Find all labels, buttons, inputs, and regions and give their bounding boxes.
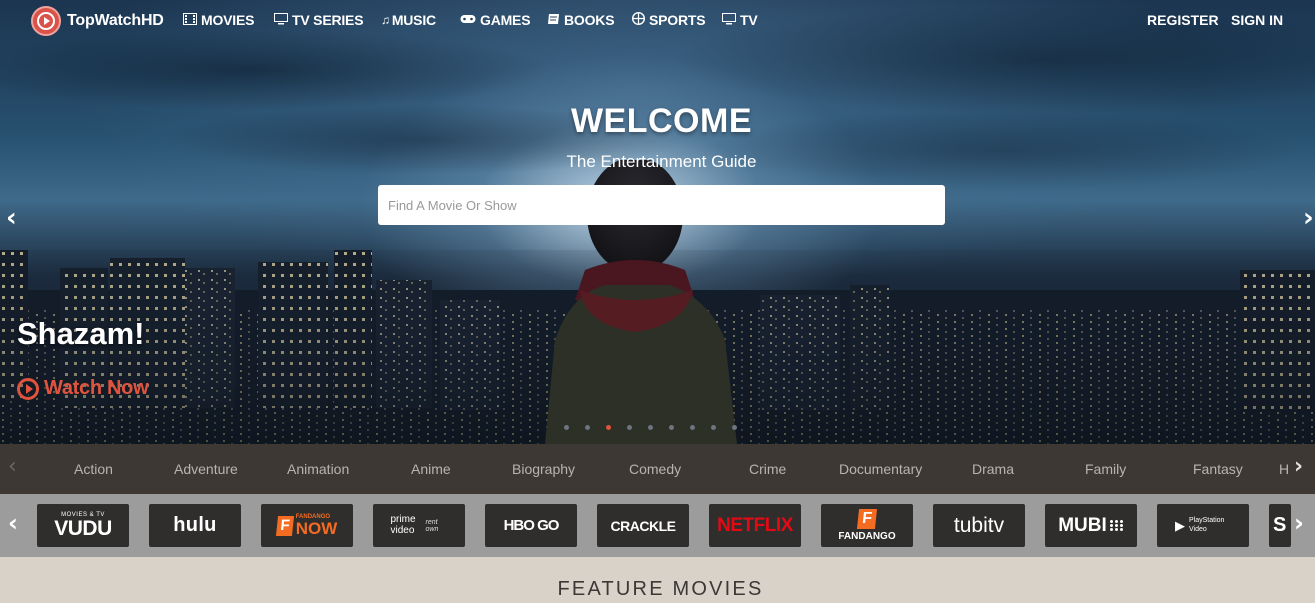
partial-provider-name: S — [1273, 514, 1287, 536]
playstation-icon: ▶ — [1175, 517, 1185, 533]
hbo-go-name: HBO GO — [503, 517, 560, 534]
slide-indicators — [564, 425, 753, 430]
slide-dot[interactable] — [648, 425, 653, 430]
genre-drama[interactable]: Drama — [972, 461, 1014, 477]
crackle-name: CRACKLE — [610, 517, 676, 534]
provider-prev-arrow-icon[interactable]: ‹ — [8, 511, 18, 535]
fandango-f-icon: F — [275, 515, 294, 536]
welcome-heading: WELCOME — [570, 102, 753, 140]
hulu-name: hulu — [173, 514, 217, 536]
gamepad-icon — [460, 13, 476, 27]
nav-games[interactable]: GAMES — [460, 12, 531, 28]
genre-animation[interactable]: Animation — [287, 461, 349, 477]
slide-dot[interactable] — [732, 425, 737, 430]
nav-books[interactable]: BOOKS — [547, 12, 615, 28]
nav-books-label: BOOKS — [564, 12, 615, 28]
provider-partial[interactable]: S — [1269, 504, 1291, 547]
provider-mubi[interactable]: MUBI — [1045, 504, 1137, 547]
mubi-dots-icon — [1109, 520, 1124, 531]
genre-partial[interactable]: H — [1279, 461, 1289, 477]
film-icon — [183, 12, 197, 28]
book-icon — [547, 13, 560, 28]
provider-vudu[interactable]: MOVIES & TV VUDU — [37, 504, 129, 547]
provider-fandango[interactable]: F FANDANGO — [821, 504, 913, 547]
hero-prev-arrow-icon[interactable]: ‹ — [6, 205, 17, 231]
genre-action[interactable]: Action — [74, 461, 113, 477]
slide-dot[interactable] — [564, 425, 569, 430]
nav-music[interactable]: ♫ MUSIC — [381, 12, 436, 28]
provider-playstation-video[interactable]: ▶ PlayStation Video — [1157, 504, 1249, 547]
slide-dot[interactable] — [606, 425, 611, 430]
genre-next-arrow-icon[interactable]: › — [1294, 456, 1303, 478]
genre-prev-arrow-icon[interactable]: ‹ — [8, 456, 17, 478]
feature-movies-heading: FEATURE MOVIES — [557, 578, 764, 600]
genre-documentary[interactable]: Documentary — [839, 461, 922, 477]
nav-games-label: GAMES — [480, 12, 531, 28]
vudu-name: VUDU — [54, 517, 112, 540]
ball-icon — [631, 11, 646, 28]
watch-now-label: Watch Now — [44, 377, 149, 399]
featured-movie-title[interactable]: Shazam! — [17, 316, 144, 352]
top-navigation: TopWatchHD MOVIES TV SERIES ♫ MUSIC GAME… — [0, 0, 1315, 40]
nav-tv[interactable]: TV — [722, 12, 758, 28]
play-circle-icon — [17, 377, 39, 400]
genre-adventure[interactable]: Adventure — [174, 461, 238, 477]
slide-dot[interactable] — [669, 425, 674, 430]
hero-banner: TopWatchHD MOVIES TV SERIES ♫ MUSIC GAME… — [0, 0, 1315, 444]
watch-now-button[interactable]: Watch Now — [17, 377, 149, 400]
brand-logo[interactable]: TopWatchHD — [31, 6, 164, 36]
provider-bar: ‹ MOVIES & TV VUDU hulu F FANDANGO NOW p… — [0, 494, 1315, 557]
monitor-icon — [274, 12, 288, 28]
fandango-name: FANDANGO — [838, 531, 896, 542]
fandango-f-icon: F — [856, 509, 878, 529]
register-link[interactable]: REGISTER — [1147, 12, 1219, 28]
provider-fandango-now[interactable]: F FANDANGO NOW — [261, 504, 353, 547]
provider-hbo-go[interactable]: HBO GO — [485, 504, 577, 547]
nav-tv-series[interactable]: TV SERIES — [274, 12, 364, 28]
music-note-icon: ♫ — [381, 13, 390, 27]
genre-crime[interactable]: Crime — [749, 461, 786, 477]
nav-sports[interactable]: SPORTS — [631, 11, 706, 28]
nav-movies-label: MOVIES — [201, 12, 255, 28]
slide-dot[interactable] — [627, 425, 632, 430]
playstation-video-name: PlayStation Video — [1189, 517, 1225, 533]
brand-name: TopWatchHD — [67, 12, 164, 29]
tubitv-name: tubitv — [953, 513, 1005, 537]
nav-tv-label: TV — [740, 12, 758, 28]
provider-prime-video[interactable]: prime video rent own — [373, 504, 465, 547]
provider-netflix[interactable]: NETFLIX — [709, 504, 801, 547]
genre-comedy[interactable]: Comedy — [629, 461, 681, 477]
sign-in-link[interactable]: SIGN IN — [1231, 12, 1283, 28]
prime-video-tagline: rent own — [425, 518, 439, 533]
genre-fantasy[interactable]: Fantasy — [1193, 461, 1243, 477]
nav-music-label: MUSIC — [391, 12, 436, 28]
provider-hulu[interactable]: hulu — [149, 504, 241, 547]
nav-movies[interactable]: MOVIES — [183, 12, 254, 28]
search-input[interactable] — [378, 185, 945, 225]
play-logo-icon — [31, 6, 61, 36]
hero-subtitle: The Entertainment Guide — [566, 152, 757, 171]
prime-video-name: prime video — [390, 514, 416, 536]
provider-next-arrow-icon[interactable]: › — [1294, 511, 1304, 535]
slide-dot[interactable] — [690, 425, 695, 430]
mubi-name: MUBI — [1058, 514, 1107, 536]
netflix-name: NETFLIX — [717, 514, 793, 536]
slide-dot[interactable] — [585, 425, 590, 430]
slide-dot[interactable] — [711, 425, 716, 430]
monitor-icon — [722, 12, 736, 28]
provider-tubitv[interactable]: tubitv — [933, 504, 1025, 547]
hero-next-arrow-icon[interactable]: › — [1303, 205, 1314, 231]
genre-family[interactable]: Family — [1085, 461, 1126, 477]
nav-sports-label: SPORTS — [649, 12, 706, 28]
genre-biography[interactable]: Biography — [512, 461, 575, 477]
genre-bar: ‹ Action Adventure Animation Anime Biogr… — [0, 444, 1315, 494]
feature-movies-section: FEATURE MOVIES — [0, 557, 1315, 603]
nav-tv-series-label: TV SERIES — [292, 12, 364, 28]
genre-anime[interactable]: Anime — [411, 461, 451, 477]
provider-crackle[interactable]: CRACKLE — [597, 504, 689, 547]
fandango-now-name: NOW — [295, 519, 338, 538]
